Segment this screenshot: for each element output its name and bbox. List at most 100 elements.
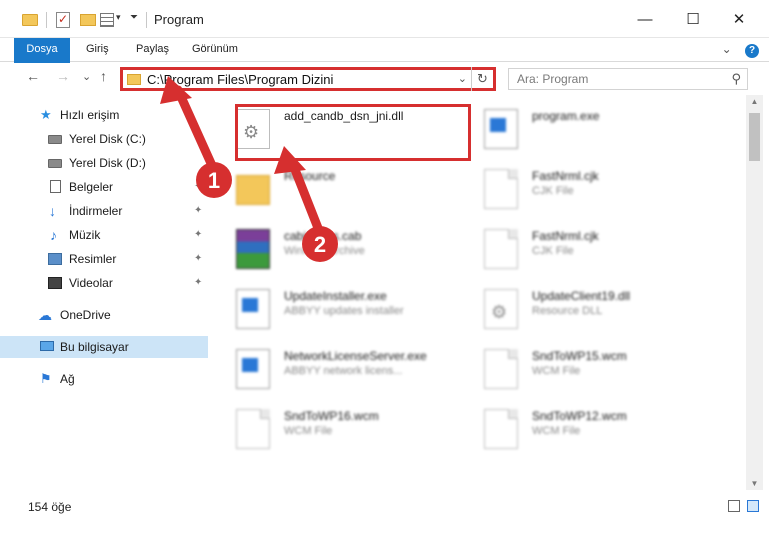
pin-icon[interactable]: ✦ (194, 224, 202, 246)
document-icon (236, 409, 270, 449)
sidebar-item-label: Videolar (69, 276, 113, 290)
file-item-sndtowp12-wcm[interactable]: SndToWP12.wcm WCM File (460, 399, 700, 455)
chevron-down-icon[interactable]: ⌄ (458, 72, 467, 85)
forward-icon[interactable]: → (56, 68, 70, 84)
vertical-scrollbar[interactable]: ▲ ▼ (746, 95, 763, 490)
sidebar-item-label: Yerel Disk (C:) (69, 132, 146, 146)
file-item-updateinstaller-exe[interactable]: UpdateInstaller.exe ABBYY updates instal… (212, 279, 452, 335)
properties-icon[interactable] (56, 12, 70, 28)
picture-icon (48, 253, 62, 265)
star-icon: ★ (40, 107, 52, 122)
scroll-down-icon[interactable]: ▼ (746, 479, 763, 488)
file-item-updateclient19-dll[interactable]: ⚙ UpdateClient19.dll Resource DLL (460, 279, 700, 335)
tab-share[interactable]: Paylaş (130, 38, 175, 61)
view-icon[interactable] (100, 13, 114, 27)
title-bar: ▾ ⏷ Program — ☐ ✕ (0, 0, 769, 38)
archive-icon (236, 229, 270, 269)
close-button[interactable]: ✕ (724, 8, 754, 32)
sidebar-item-local-disk-c[interactable]: Yerel Disk (C:) (0, 128, 208, 150)
search-icon[interactable]: ⚲ (731, 71, 741, 87)
file-item-fastnrml-cjk-2[interactable]: FastNrml.cjk CJK File (460, 219, 700, 275)
expand-ribbon-icon[interactable]: ⌄ (722, 42, 732, 56)
window-title: Program (154, 12, 204, 27)
sidebar-item-label: Bu bilgisayar (60, 340, 129, 354)
help-icon[interactable]: ? (745, 44, 759, 58)
address-bar[interactable]: C:\Program Files\Program Dizini ⌄ ↻ (120, 67, 496, 91)
folder-icon (236, 175, 270, 205)
refresh-icon[interactable]: ↻ (471, 67, 493, 91)
maximize-button[interactable]: ☐ (678, 8, 708, 32)
sidebar-item-documents[interactable]: Belgeler ✦ (0, 176, 208, 198)
sidebar-item-this-pc[interactable]: Bu bilgisayar (0, 336, 208, 358)
sidebar-item-local-disk-d[interactable]: Yerel Disk (D:) (0, 152, 208, 174)
sidebar-item-network[interactable]: ⚑ Ağ (0, 368, 208, 390)
drive-icon (48, 159, 62, 168)
chevron-down-icon[interactable]: ▾ (116, 12, 121, 30)
file-name: SndToWP15.wcm (532, 349, 627, 363)
sidebar-item-onedrive[interactable]: ☁ OneDrive (0, 304, 208, 326)
document-icon (50, 180, 61, 193)
item-count: 154 öğe (28, 500, 72, 514)
navigation-pane: ★ Hızlı erişim Yerel Disk (C:) Yerel Dis… (0, 100, 210, 490)
sidebar-item-label: Yerel Disk (D:) (69, 156, 146, 170)
sidebar-item-label: Ağ (60, 372, 75, 386)
new-folder-icon[interactable] (80, 14, 96, 26)
sidebar-item-videos[interactable]: Videolar ✦ (0, 272, 208, 294)
music-icon: ♪ (50, 227, 57, 243)
ribbon-tabs: Dosya Giriş Paylaş Görünüm ⌄ ? (0, 38, 769, 94)
document-icon (484, 349, 518, 389)
file-item-networklicenseserver-exe[interactable]: NetworkLicenseServer.exe ABBYY network l… (212, 339, 452, 395)
app-icon (236, 349, 270, 389)
file-name: SndToWP16.wcm (284, 409, 379, 423)
customize-toolbar-icon[interactable]: ⏷ (130, 12, 138, 30)
tab-home[interactable]: Giriş (80, 38, 115, 61)
file-item-fastnrml-cjk[interactable]: FastNrml.cjk CJK File (460, 159, 700, 215)
minimize-button[interactable]: — (630, 8, 660, 32)
sidebar-item-label: Müzik (69, 228, 101, 242)
large-icons-view-icon[interactable] (747, 500, 759, 512)
video-icon (48, 277, 62, 289)
status-bar: 154 öğe (0, 493, 769, 523)
file-type: Resource DLL (532, 305, 603, 317)
document-icon (484, 229, 518, 269)
address-path[interactable]: C:\Program Files\Program Dizini (147, 72, 333, 87)
file-item-cab-archive[interactable]: cabinettes.cab WinRAR archive (212, 219, 452, 275)
exe-file-icon (484, 109, 518, 149)
folder-icon (127, 74, 141, 85)
sidebar-item-label: Belgeler (69, 180, 114, 194)
file-type: CJK File (532, 245, 574, 257)
file-item-resource-folder[interactable]: Resource (212, 159, 452, 215)
file-type: WCM File (532, 365, 581, 377)
file-type: WCM File (284, 425, 333, 437)
sidebar-item-label: Hızlı erişim (60, 108, 120, 122)
sidebar-item-music[interactable]: ♪ Müzik ✦ (0, 224, 208, 246)
tab-view[interactable]: Görünüm (186, 38, 244, 61)
pin-icon[interactable]: ✦ (194, 200, 202, 222)
up-icon[interactable]: ↑ (100, 68, 107, 84)
sidebar-item-label: İndirmeler (69, 204, 123, 218)
app-icon (236, 289, 270, 329)
computer-icon (40, 341, 54, 351)
file-name: FastNrml.cjk (532, 229, 599, 243)
back-icon[interactable]: ← (26, 68, 40, 84)
sidebar-item-pictures[interactable]: Resimler ✦ (0, 248, 208, 270)
dll-file-icon: ⚙ (484, 289, 518, 329)
search-input[interactable]: Ara: Program ⚲ (508, 68, 748, 90)
file-name: FastNrml.cjk (532, 169, 599, 183)
sidebar-item-downloads[interactable]: ↓ İndirmeler ✦ (0, 200, 208, 222)
toolbar-divider (46, 12, 47, 28)
scroll-up-icon[interactable]: ▲ (746, 97, 763, 106)
file-item-sndtowp15-wcm[interactable]: SndToWP15.wcm WCM File (460, 339, 700, 395)
details-view-icon[interactable] (727, 500, 740, 512)
pin-icon[interactable]: ✦ (194, 176, 202, 198)
folder-icon (22, 14, 38, 26)
file-item-sndtowp16-wcm[interactable]: SndToWP16.wcm WCM File (212, 399, 452, 455)
sidebar-item-quick-access[interactable]: ★ Hızlı erişim (0, 104, 208, 126)
file-type: ABBYY network licens... (284, 365, 403, 377)
pin-icon[interactable]: ✦ (194, 272, 202, 294)
pin-icon[interactable]: ✦ (194, 248, 202, 270)
recent-locations-icon[interactable]: ⌄ (82, 70, 91, 83)
scroll-thumb[interactable] (749, 113, 760, 161)
file-item-program-exe[interactable]: program.exe (460, 99, 700, 155)
file-type: ABBYY updates installer (284, 305, 404, 317)
